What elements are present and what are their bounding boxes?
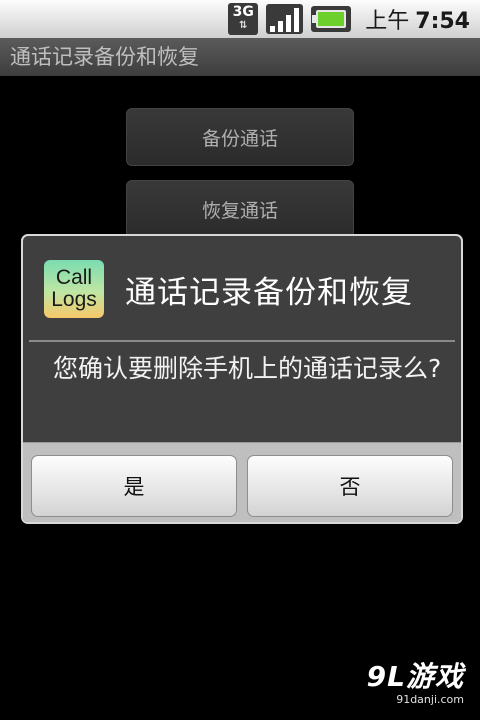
confirm-delete-dialog: Call Logs 通话记录备份和恢复 您确认要删除手机上的通话记录么? 是 否 bbox=[21, 234, 463, 524]
time-period: 上午 bbox=[365, 9, 410, 34]
app-icon-text-line1: Call bbox=[55, 266, 93, 289]
watermark-logo: 9L游戏 bbox=[366, 660, 464, 693]
dialog-header: Call Logs 通话记录备份和恢复 bbox=[23, 236, 461, 342]
yes-button[interactable]: 是 bbox=[31, 455, 237, 517]
network-type-label: 3G bbox=[232, 4, 254, 20]
dialog-message: 您确认要删除手机上的通话记录么? bbox=[53, 354, 442, 383]
no-button-label: 否 bbox=[339, 475, 361, 499]
yes-button-label: 是 bbox=[123, 475, 145, 499]
dialog-divider bbox=[29, 340, 455, 342]
app-title-bar: 通话记录备份和恢复 bbox=[0, 38, 480, 76]
battery-charging-icon bbox=[311, 6, 352, 32]
site-watermark: 9L游戏 91danji.com bbox=[367, 655, 464, 706]
time-value: 7:54 bbox=[415, 9, 470, 34]
phone-screen: 3G ⇅ 上午 7:54 通话记录备份和恢复 备份通话 恢复通话 Call Log… bbox=[0, 0, 480, 720]
data-arrows-icon: ⇅ bbox=[239, 20, 248, 31]
status-bar: 3G ⇅ 上午 7:54 bbox=[0, 0, 480, 38]
app-title: 通话记录备份和恢复 bbox=[10, 45, 199, 69]
status-clock: 上午 7:54 bbox=[365, 3, 470, 35]
call-logs-app-icon: Call Logs bbox=[44, 260, 104, 318]
signal-icon bbox=[266, 4, 304, 34]
network-3g-icon: 3G ⇅ bbox=[228, 3, 259, 35]
app-icon-text-line2: Logs bbox=[51, 288, 97, 311]
dialog-title: 通话记录备份和恢复 bbox=[125, 274, 413, 311]
dialog-button-bar: 是 否 bbox=[23, 442, 461, 522]
no-button[interactable]: 否 bbox=[247, 455, 453, 517]
